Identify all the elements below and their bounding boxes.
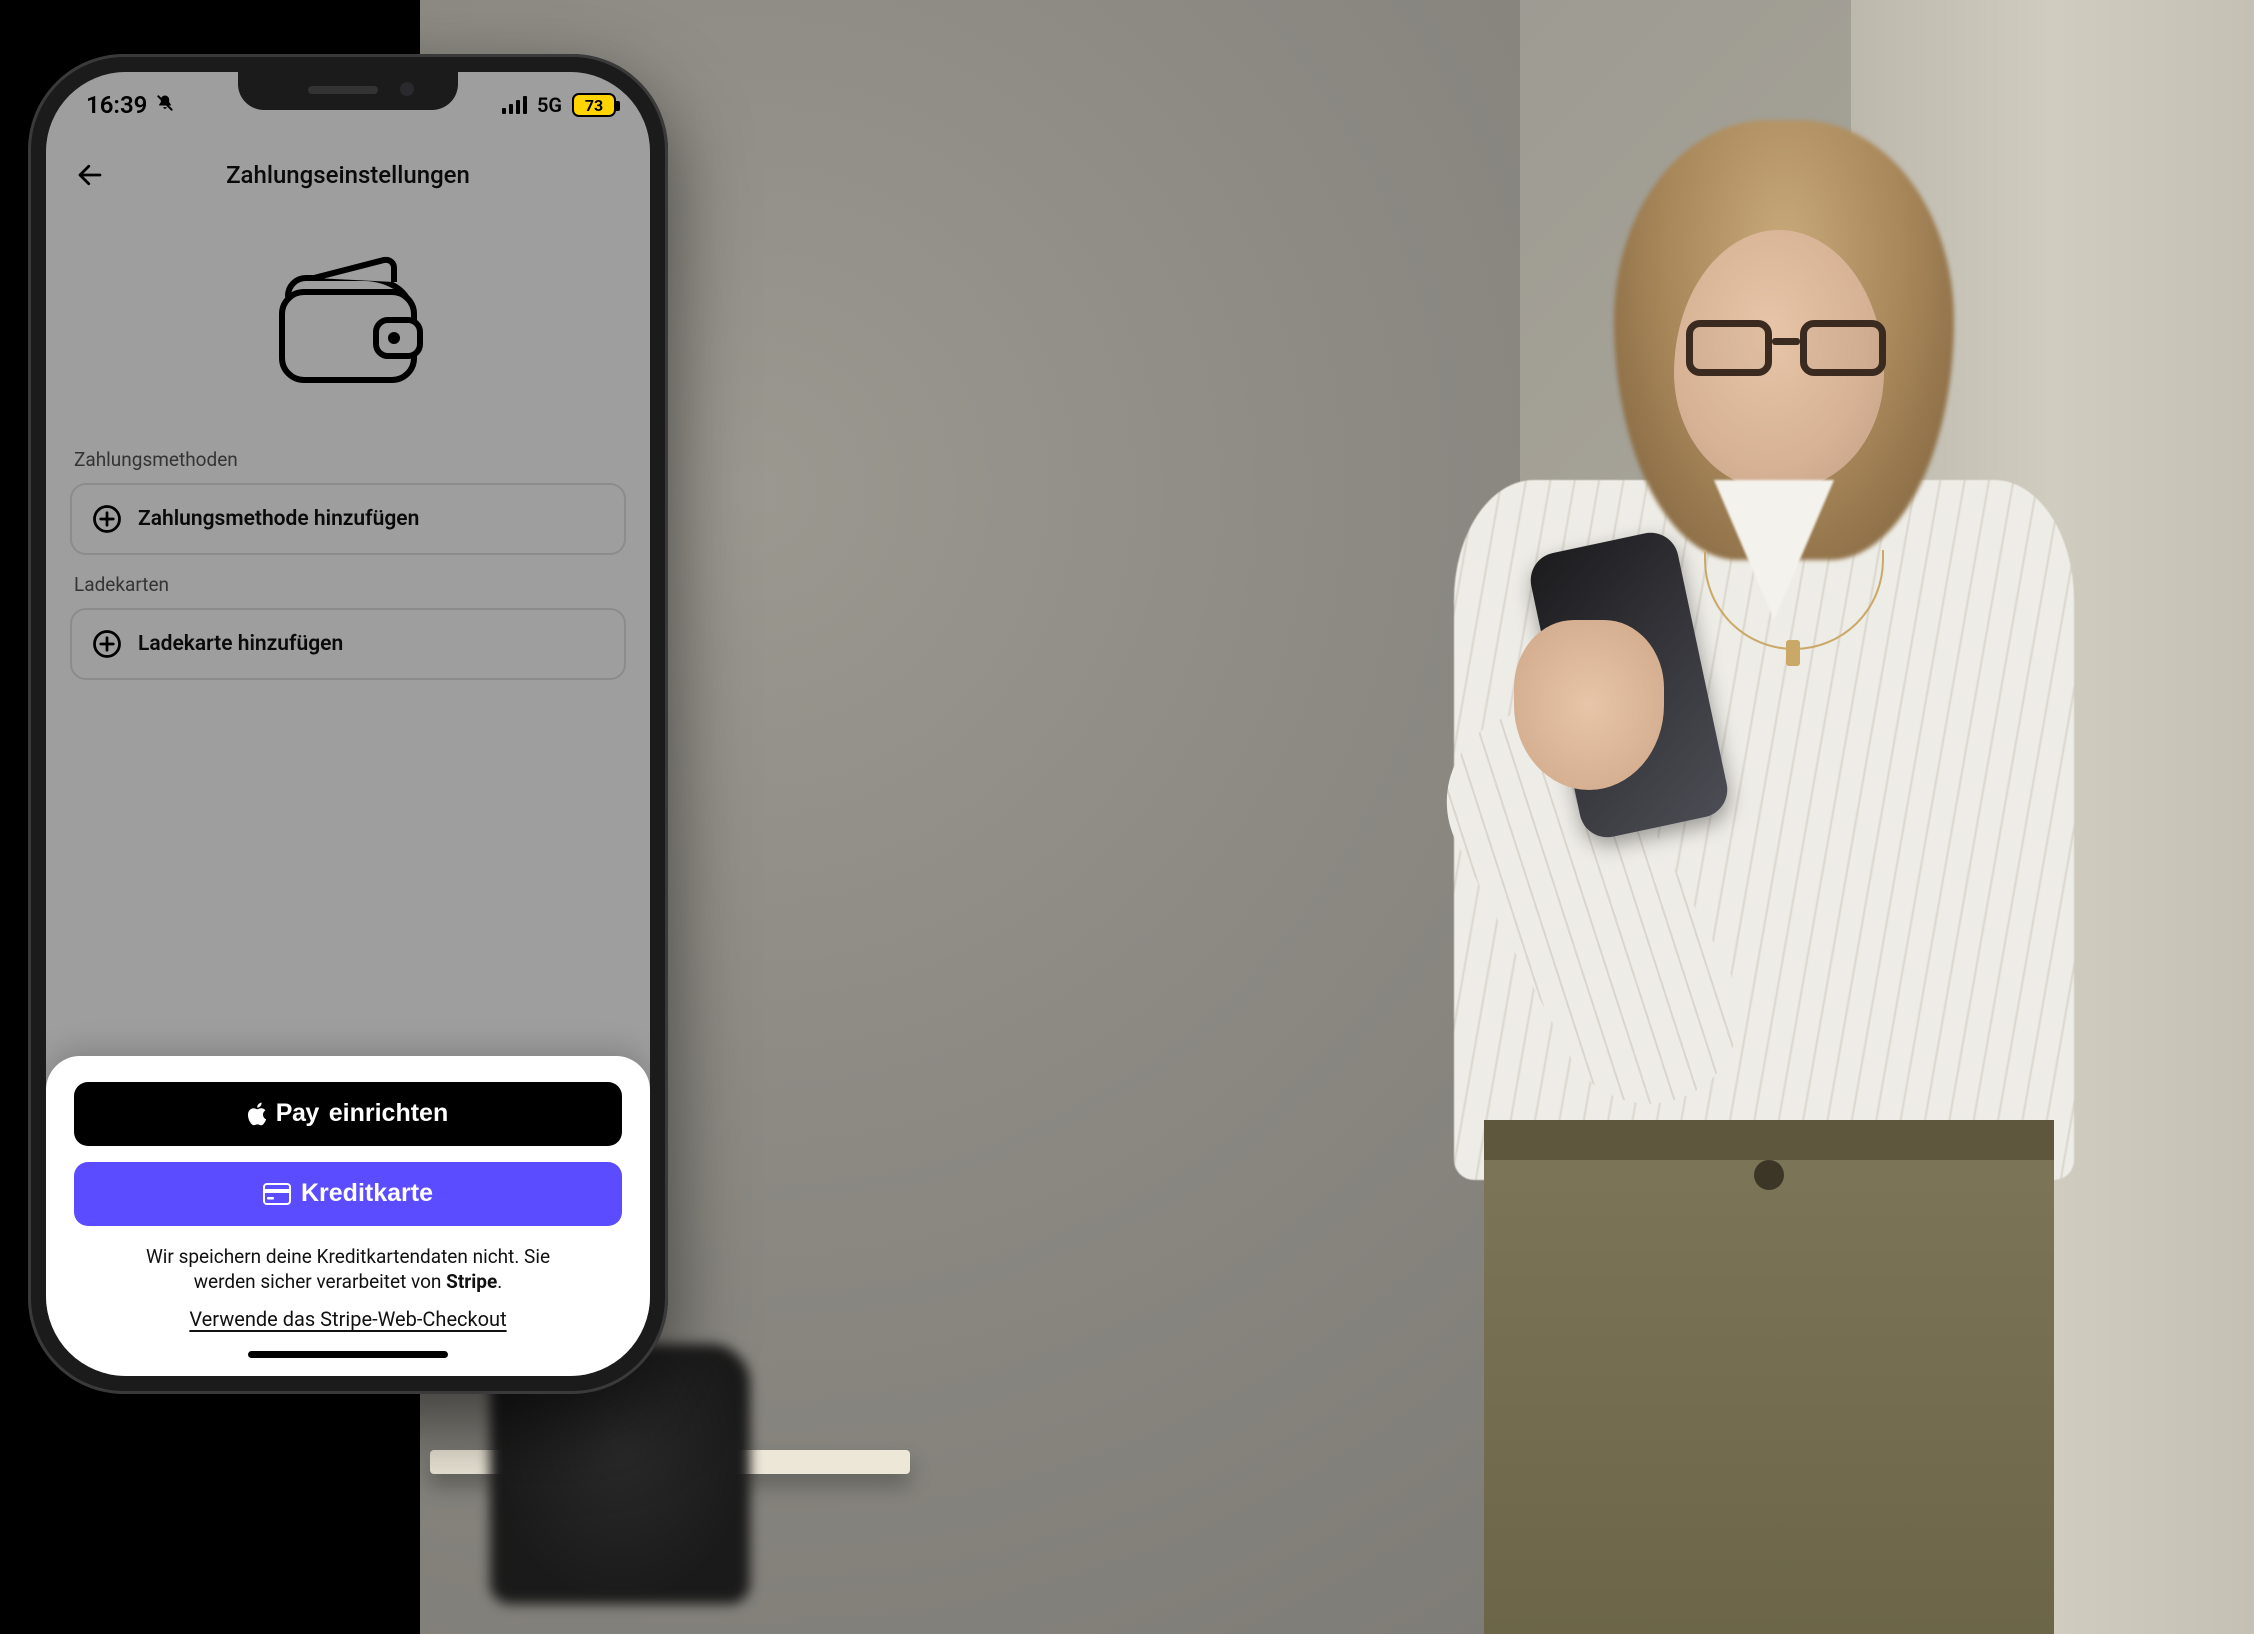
credit-card-label: Kreditkarte xyxy=(301,1179,433,1208)
device-notch xyxy=(238,72,458,110)
phone-screen: 16:39 5G 73 xyxy=(46,72,650,1376)
disclaimer-line1: Wir speichern deine Kreditkartendaten ni… xyxy=(146,1245,550,1268)
payment-method-sheet: Pay einrichten Kreditkarte Wir speichern… xyxy=(46,1056,650,1376)
cellular-signal-icon xyxy=(502,96,527,114)
background-photo xyxy=(420,0,2254,1634)
payment-methods-label: Zahlungsmethoden xyxy=(74,448,622,471)
stripe-web-checkout-link[interactable]: Verwende das Stripe-Web-Checkout xyxy=(74,1307,622,1331)
phone-device-frame: 16:39 5G 73 xyxy=(28,54,668,1394)
disclaimer-line2a: werden sicher verarbeitet von xyxy=(194,1270,446,1293)
stripe-disclaimer: Wir speichern deine Kreditkartendaten ni… xyxy=(74,1244,622,1295)
apple-pay-setup-label: einrichten xyxy=(329,1099,448,1128)
disclaimer-line2b: . xyxy=(497,1270,502,1293)
wallet-icon xyxy=(258,250,438,390)
silent-mode-icon xyxy=(155,91,175,119)
apple-pay-setup-button[interactable]: Pay einrichten xyxy=(74,1082,622,1146)
status-time: 16:39 xyxy=(86,91,147,119)
add-payment-method-label: Zahlungsmethode hinzufügen xyxy=(138,507,419,531)
person-with-phone xyxy=(1334,120,2094,1634)
add-charge-card-button[interactable]: Ladekarte hinzufügen xyxy=(70,608,626,680)
battery-indicator: 73 xyxy=(572,93,616,117)
add-charge-card-label: Ladekarte hinzufügen xyxy=(138,632,343,656)
credit-card-icon xyxy=(263,1183,291,1205)
apple-logo-icon xyxy=(248,1101,270,1127)
apple-pay-word: Pay xyxy=(276,1099,319,1128)
charge-cards-label: Ladekarten xyxy=(74,573,622,596)
plus-circle-icon xyxy=(92,629,122,659)
stripe-name: Stripe xyxy=(446,1270,497,1293)
app-header: Zahlungseinstellungen xyxy=(46,138,650,212)
credit-card-button[interactable]: Kreditkarte xyxy=(74,1162,622,1226)
plus-circle-icon xyxy=(92,504,122,534)
wallet-illustration xyxy=(70,222,626,430)
add-payment-method-button[interactable]: Zahlungsmethode hinzufügen xyxy=(70,483,626,555)
network-type: 5G xyxy=(537,93,562,117)
home-indicator[interactable] xyxy=(248,1351,448,1358)
battery-percent: 73 xyxy=(585,96,603,115)
page-title: Zahlungseinstellungen xyxy=(68,161,628,189)
